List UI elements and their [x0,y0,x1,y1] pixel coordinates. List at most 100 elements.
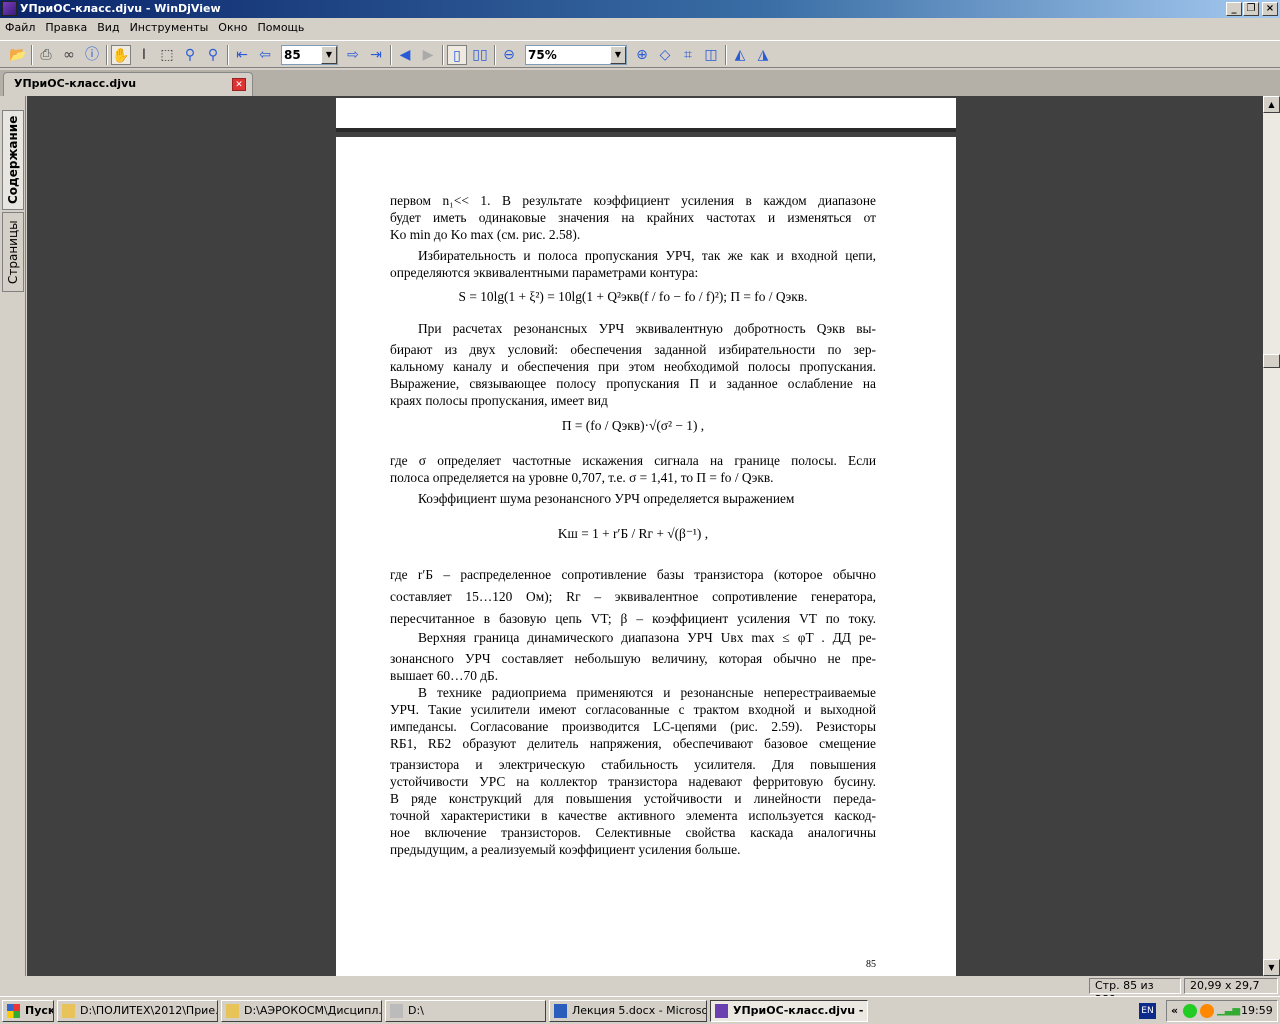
find-icon[interactable]: ∞ [59,45,79,65]
rotate-left-icon[interactable]: ◭ [730,45,750,65]
task-label: D:\АЭРОКОСМ\Дисципл... [244,1004,382,1017]
formula: П = (fо / Qэкв)·√(σ² − 1) , [561,418,705,433]
text-select-icon[interactable]: I [134,45,154,65]
text-line: бирают из двух условий: обеспечения зада… [390,342,876,357]
scroll-thumb[interactable] [1263,354,1280,368]
text-line: Коэффициент шума резонансного УРЧ опреде… [418,491,795,506]
text-line: полоса определяется на уровне 0,707, т.е… [390,470,774,485]
open-icon[interactable]: 📂 [8,45,28,65]
info-icon[interactable]: ⓘ [82,45,102,65]
tab-label: УПриОС-класс.djvu [14,77,137,90]
windows-logo-icon [7,1004,20,1018]
menu-edit[interactable]: Правка [40,18,92,38]
last-page-icon[interactable]: ⇥ [366,45,386,65]
separator [31,45,33,65]
zoom-tool-icon[interactable]: ⚲ [180,45,200,65]
first-page-icon[interactable]: ⇤ [232,45,252,65]
prev-page-icon[interactable]: ⇦ [255,45,275,65]
system-tray: « ▁▃▅ 19:59 [1166,1000,1278,1022]
text-line: При расчетах резонансных УРЧ эквивалентн… [418,321,876,336]
close-button[interactable]: × [1262,2,1278,16]
status-page: Стр. 85 из 289 [1089,978,1181,1006]
text-line: ное включение транзисторов. Селективные … [390,825,876,840]
drive-icon [390,1004,403,1018]
text-line: первом n₁<< 1. В результате коэффициент … [390,193,876,208]
task-label: Лекция 5.docx - Microso... [572,1004,707,1017]
show-hidden-icons[interactable]: « [1171,1001,1178,1021]
text-line: RБ1, RБ2 образуют делитель напряжения, о… [390,736,876,751]
text-line: предыдущим, а реализуемый коэффициент ус… [390,842,741,857]
facing-pages-icon[interactable]: ▯▯ [470,45,490,65]
page-number-value: 85 [284,48,301,62]
chevron-down-icon[interactable]: ▼ [321,46,337,64]
separator [494,45,496,65]
restore-button[interactable]: ❐ [1243,2,1259,16]
icq-icon[interactable] [1183,1004,1197,1018]
text-line: устойчивости УРС на коллектор транзистор… [390,774,876,789]
rect-select-icon[interactable]: ⬚ [157,45,177,65]
toolbar: 📂 ⎙ ∞ ⓘ ✋ I ⬚ ⚲ ⚲ ⇤ ⇦ 85 ▼ ⇨ ⇥ ◀ ▶ ▯ ▯▯ ⊖… [0,40,1280,68]
sidebar-tabs: Содержание Страницы [0,96,26,976]
print-icon[interactable]: ⎙ [36,45,56,65]
menu-window[interactable]: Окно [213,18,252,38]
document-tab[interactable]: УПриОС-класс.djvu ✕ [3,72,253,96]
text-line: вышает 60…70 дБ. [390,668,499,683]
menu-view[interactable]: Вид [92,18,124,38]
taskbar-item[interactable]: D:\ [385,1000,546,1022]
text-line: зонансного УРЧ составляет небольшую вели… [390,651,876,666]
hand-tool-icon[interactable]: ✋ [111,45,131,65]
taskbar-item[interactable]: D:\ПОЛИТЕХ\2012\Прие... [57,1000,218,1022]
separator [725,45,727,65]
windjview-icon [715,1004,728,1018]
continuous-layout-icon[interactable]: ▯ [447,45,467,65]
rotate-right-icon[interactable]: ◮ [753,45,773,65]
text-line: краях полосы пропускания, имеет вид [390,393,608,408]
tab-contents[interactable]: Содержание [2,110,24,210]
title-bar: УПриОС-класс.djvu - WinDjView _ ❐ × [0,0,1280,18]
taskbar-item[interactable]: D:\АЭРОКОСМ\Дисципл... [221,1000,382,1022]
page-number-input[interactable]: 85 ▼ [281,45,338,65]
text-line: точной характеристики в качестве активно… [390,808,876,823]
minimize-button[interactable]: _ [1226,2,1242,16]
menu-file[interactable]: Файл [0,18,40,38]
text-line: Избирательность и полоса пропускания УРЧ… [418,248,876,263]
close-tab-icon[interactable]: ✕ [232,78,246,91]
scroll-up-icon[interactable]: ▲ [1263,96,1280,113]
next-page-icon[interactable]: ⇨ [343,45,363,65]
zoom-select[interactable]: 75% ▼ [525,45,627,65]
text-line: Верхняя граница динамического диапазона … [418,630,876,645]
folder-icon [226,1004,239,1018]
forward-icon[interactable]: ▶ [418,45,438,65]
language-indicator[interactable]: EN [1139,1003,1156,1019]
text-line: Kо min до Kо max (см. рис. 2.58). [390,227,581,242]
tab-pages[interactable]: Страницы [2,212,24,292]
taskbar-item[interactable]: Лекция 5.docx - Microso... [549,1000,707,1022]
menu-help[interactable]: Помощь [253,18,310,38]
back-icon[interactable]: ◀ [395,45,415,65]
scroll-down-icon[interactable]: ▼ [1263,959,1280,976]
zoom-out-icon[interactable]: ⊖ [499,45,519,65]
tab-pages-label: Страницы [6,220,20,284]
agent-icon[interactable] [1200,1004,1214,1018]
text-line: УРЧ. Такие усилители имеют согласованные… [390,702,876,717]
task-label: D:\ [408,1004,424,1017]
zoom-in-icon[interactable]: ⊕ [632,45,652,65]
task-label: D:\ПОЛИТЕХ\2012\Прие... [80,1004,218,1017]
start-label: Пуск [25,1004,54,1017]
document-viewport[interactable]: первом n₁<< 1. В результате коэффициент … [27,96,1263,976]
start-button[interactable]: Пуск [2,1000,54,1022]
text-line: кальному каналу и обеспечения при этом н… [390,359,876,374]
vertical-scrollbar[interactable]: ▲ ▼ [1263,96,1280,976]
chevron-down-icon[interactable]: ▼ [610,46,626,64]
magnify-icon[interactable]: ⚲ [203,45,223,65]
text-line: В ряде конструкций для повышения устойчи… [390,791,876,806]
actual-size-icon[interactable]: ◫ [701,45,721,65]
fit-page-icon[interactable]: ⌗ [678,45,698,65]
fit-width-icon[interactable]: ◇ [655,45,675,65]
formula: Kш = 1 + r′Б / Rг + √(β⁻¹) , [557,526,709,541]
network-icon[interactable]: ▁▃▅ [1217,1001,1240,1021]
tab-contents-label: Содержание [6,115,20,205]
taskbar-item-active[interactable]: УПриОС-класс.djvu - ... [710,1000,868,1022]
menu-tools[interactable]: Инструменты [125,18,214,38]
text-line: Выражение, связывающее полосу пропускани… [390,376,876,391]
